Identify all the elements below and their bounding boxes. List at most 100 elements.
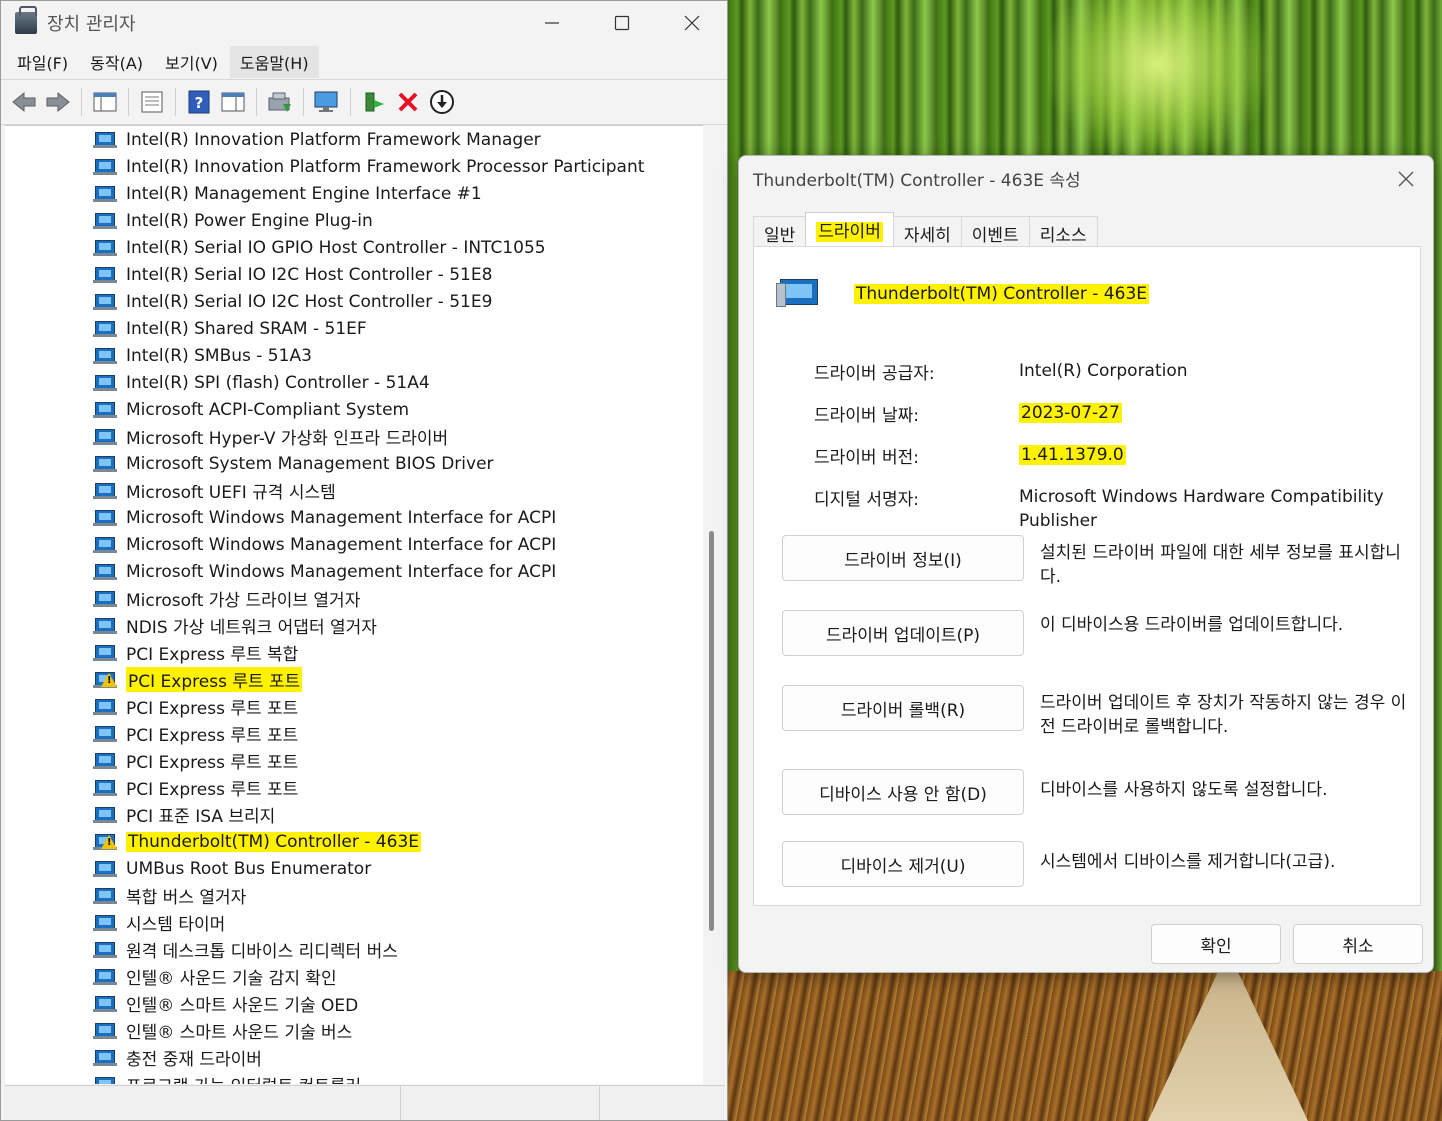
toolbar-separator [256,88,257,116]
device-label: PCI Express 루트 포트 [126,726,299,746]
device-tree-item[interactable]: Intel(R) Serial IO I2C Host Controller -… [5,288,703,315]
device-icon [93,509,117,527]
device-icon [93,158,117,176]
device-icon [93,131,117,149]
device-tree-item[interactable]: PCI 표준 ISA 브리지 [5,801,703,828]
device-tree-item[interactable]: Intel(R) SPI (flash) Controller - 51A4 [5,369,703,396]
device-icon [93,212,117,230]
device-tree-item[interactable]: ! Thunderbolt(TM) Controller - 463E [5,828,703,855]
device-tree-item[interactable]: PCI Express 루트 포트 [5,693,703,720]
device-tree-item[interactable]: 원격 데스크톱 디바이스 리디렉터 버스 [5,936,703,963]
download-button[interactable] [428,88,456,116]
device-tree-item[interactable]: Intel(R) Innovation Platform Framework M… [5,126,703,153]
minimize-button[interactable] [517,1,587,45]
device-tree[interactable]: Intel(R) Innovation Platform Framework M… [5,125,703,1084]
tab-resources[interactable]: 리소스 [1028,216,1098,248]
device-label: PCI Express 루트 포트 [126,667,303,692]
close-button[interactable] [657,1,727,45]
toolbar: ? [1,79,727,125]
device-label: Microsoft Windows Management Interface f… [126,561,557,582]
device-label: 충전 중재 드라이버 [126,1050,262,1070]
device-icon [93,482,117,500]
device-tree-item[interactable]: Intel(R) SMBus - 51A3 [5,342,703,369]
device-tree-item[interactable]: Microsoft ACPI-Compliant System [5,396,703,423]
disable-device-button[interactable]: 디바이스 사용 안 함(D) [782,769,1024,815]
svg-text:?: ? [195,94,204,112]
device-tree-item[interactable]: Intel(R) Power Engine Plug-in [5,207,703,234]
tab-general[interactable]: 일반 [753,216,807,248]
device-tree-item[interactable]: 충전 중재 드라이버 [5,1044,703,1071]
device-tree-item[interactable]: PCI Express 루트 포트 [5,720,703,747]
tab-driver[interactable]: 드라이버 [805,212,894,249]
device-tree-item[interactable]: PCI Express 루트 포트 [5,747,703,774]
device-tree-item[interactable]: PCI Express 루트 포트 [5,774,703,801]
dialog-title-bar[interactable]: Thunderbolt(TM) Controller - 463E 속성 [739,156,1433,200]
device-tree-item[interactable]: ! PCI Express 루트 포트 [5,666,703,693]
show-hide-console-tree-button[interactable] [91,88,119,116]
driver-details-button[interactable]: 드라이버 정보(I) [782,535,1024,581]
device-tree-item[interactable]: NDIS 가상 네트워크 어댑터 열거자 [5,612,703,639]
vertical-scrollbar-thumb[interactable] [709,531,714,931]
device-icon [93,860,117,878]
roll-back-driver-desc: 드라이버 업데이트 후 장치가 작동하지 않는 경우 이전 드라이버로 롤백합니… [1040,693,1407,737]
properties-icon [141,91,163,113]
action-pane-button[interactable] [219,88,247,116]
device-tree-item[interactable]: Microsoft Windows Management Interface f… [5,531,703,558]
minimize-icon [545,22,559,24]
properties-button[interactable] [138,88,166,116]
close-icon [1398,171,1414,187]
roll-back-driver-button[interactable]: 드라이버 롤백(R) [782,685,1024,731]
title-bar[interactable]: 장치 관리자 [1,1,727,45]
ok-button[interactable]: 확인 [1151,924,1281,964]
device-tree-item[interactable]: Intel(R) Management Engine Interface #1 [5,180,703,207]
maximize-button[interactable] [587,1,657,45]
cancel-button[interactable]: 취소 [1293,924,1423,964]
device-icon [93,455,117,473]
device-icon [93,401,117,419]
device-tree-item[interactable]: Microsoft 가상 드라이브 열거자 [5,585,703,612]
toolbar-separator [128,88,129,116]
device-tree-item[interactable]: Microsoft System Management BIOS Driver [5,450,703,477]
device-tree-item[interactable]: PCI Express 루트 복합 [5,639,703,666]
help-icon: ? [188,90,210,114]
device-tree-item[interactable]: Intel(R) Serial IO I2C Host Controller -… [5,261,703,288]
tab-events[interactable]: 이벤트 [960,216,1030,248]
update-driver-button[interactable]: 드라이버 업데이트(P) [782,610,1024,656]
menu-action[interactable]: 동작(A) [80,46,153,78]
forward-button[interactable] [44,88,72,116]
device-tree-item[interactable]: 인텔® 사운드 기술 감지 확인 [5,963,703,990]
update-driver-button[interactable] [266,88,294,116]
menu-help[interactable]: 도움말(H) [229,46,319,78]
device-tree-item[interactable]: UMBus Root Bus Enumerator [5,855,703,882]
device-label: PCI Express 루트 포트 [126,753,299,773]
device-tree-item[interactable]: 복합 버스 열거자 [5,882,703,909]
device-label: 원격 데스크톱 디바이스 리디렉터 버스 [126,942,398,962]
tab-details[interactable]: 자세히 [892,216,962,248]
help-button[interactable]: ? [185,88,213,116]
device-icon [93,347,117,365]
uninstall-device-button[interactable]: 디바이스 제거(U) [782,841,1024,887]
device-tree-item[interactable]: Microsoft Windows Management Interface f… [5,504,703,531]
toolbar-separator [81,88,82,116]
dialog-close-button[interactable] [1391,164,1421,194]
prop-label: 드라이버 날짜: [814,406,919,426]
device-label: UMBus Root Bus Enumerator [126,858,372,879]
back-button[interactable] [10,88,38,116]
device-tree-item[interactable]: 시스템 타이머 [5,909,703,936]
device-tree-item[interactable]: Intel(R) Serial IO GPIO Host Controller … [5,234,703,261]
device-tree-item[interactable]: Microsoft Windows Management Interface f… [5,558,703,585]
device-tree-item[interactable]: 인텔® 스마트 사운드 기술 버스 [5,1017,703,1044]
device-tree-item[interactable]: 프로그램 가능 인터럽트 컨트롤러 [5,1071,703,1084]
menu-file[interactable]: 파일(F) [7,46,78,78]
device-tree-item[interactable]: Intel(R) Innovation Platform Framework P… [5,153,703,180]
uninstall-device-button[interactable] [394,88,422,116]
device-tree-item[interactable]: Microsoft Hyper-V 가상화 인프라 드라이버 [5,423,703,450]
scan-hardware-button[interactable] [313,88,341,116]
device-tree-item[interactable]: 인텔® 스마트 사운드 기술 OED [5,990,703,1017]
tab-driver-label: 드라이버 [816,222,883,242]
toolbar-separator [175,88,176,116]
device-tree-item[interactable]: Microsoft UEFI 규격 시스템 [5,477,703,504]
enable-device-button[interactable] [360,88,388,116]
menu-view[interactable]: 보기(V) [155,46,228,78]
device-tree-item[interactable]: Intel(R) Shared SRAM - 51EF [5,315,703,342]
